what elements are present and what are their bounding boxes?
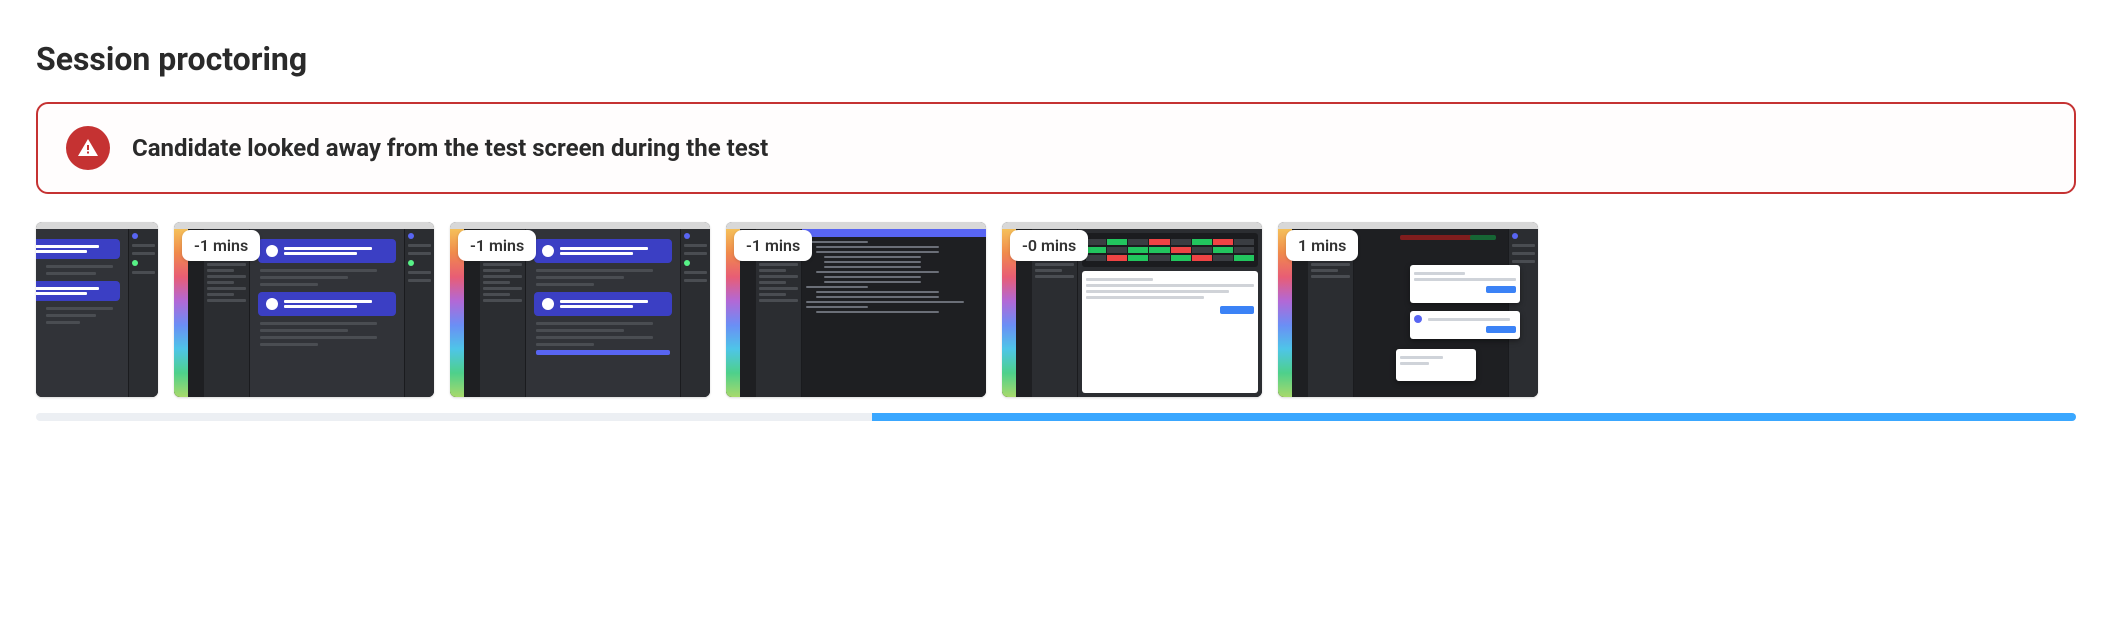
- timeline-scrubber[interactable]: [36, 413, 2076, 421]
- thumbnail-time-chip: -0 mins: [1010, 230, 1088, 261]
- alert-triangle-icon: [66, 126, 110, 170]
- proctoring-thumbnail[interactable]: [36, 222, 158, 397]
- proctoring-thumbnail[interactable]: 1 mins: [1278, 222, 1538, 397]
- thumbnail-strip: -1 mins: [36, 222, 2076, 397]
- session-proctoring-section: Session proctoring Candidate looked away…: [0, 0, 2112, 431]
- proctoring-thumbnail[interactable]: -1 mins: [174, 222, 434, 397]
- thumbnail-time-chip: -1 mins: [734, 230, 812, 261]
- thumbnail-time-chip: 1 mins: [1286, 230, 1358, 261]
- proctoring-thumbnail[interactable]: -1 mins: [450, 222, 710, 397]
- proctoring-thumbnail[interactable]: -0 mins: [1002, 222, 1262, 397]
- section-title: Session proctoring: [36, 40, 2076, 78]
- thumbnail-time-chip: -1 mins: [458, 230, 536, 261]
- proctoring-thumbnail[interactable]: -1 mins: [726, 222, 986, 397]
- thumbnail-time-chip: -1 mins: [182, 230, 260, 261]
- timeline-progress: [872, 413, 2076, 421]
- alert-message: Candidate looked away from the test scre…: [132, 134, 768, 162]
- alert-banner: Candidate looked away from the test scre…: [36, 102, 2076, 194]
